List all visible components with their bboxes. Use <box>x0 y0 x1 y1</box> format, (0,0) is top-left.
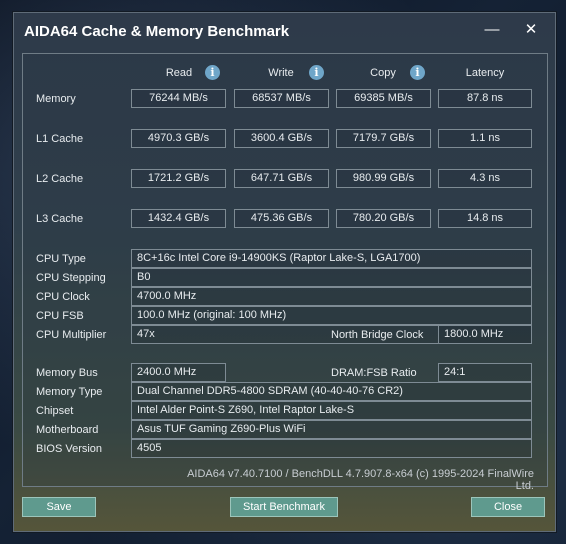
memory-type-value: Dual Channel DDR5-4800 SDRAM (40-40-40-7… <box>131 382 532 401</box>
close-icon[interactable]: ✕ <box>517 19 545 41</box>
l3-read-value: 1432.4 GB/s <box>131 209 226 228</box>
start-benchmark-button[interactable]: Start Benchmark <box>230 497 338 517</box>
l1-write-value: 3600.4 GB/s <box>234 129 329 148</box>
l3-latency-value: 14.8 ns <box>438 209 532 228</box>
benchmark-window: AIDA64 Cache & Memory Benchmark — ✕ Read… <box>13 12 556 532</box>
cpu-fsb-label: CPU FSB <box>36 310 84 322</box>
l2-latency-value: 4.3 ns <box>438 169 532 188</box>
close-button[interactable]: Close <box>471 497 545 517</box>
l1-latency-value: 1.1 ns <box>438 129 532 148</box>
row-label-l3-cache: L3 Cache <box>36 213 84 225</box>
l1-read-value: 4970.3 GB/s <box>131 129 226 148</box>
bios-version-label: BIOS Version <box>36 443 103 455</box>
info-icon[interactable]: i <box>309 65 324 80</box>
version-footer: AIDA64 v7.40.7100 / BenchDLL 4.7.907.8-x… <box>187 468 534 492</box>
l2-write-value: 647.71 GB/s <box>234 169 329 188</box>
north-bridge-clock-label: North Bridge Clock <box>331 329 424 341</box>
cpu-multiplier-label: CPU Multiplier <box>36 329 107 341</box>
l1-copy-value: 7179.7 GB/s <box>336 129 431 148</box>
column-header-latency: Latency <box>465 67 505 79</box>
memory-bus-label: Memory Bus <box>36 367 98 379</box>
window-title: AIDA64 Cache & Memory Benchmark <box>24 23 290 40</box>
cpu-type-value: 8C+16c Intel Core i9-14900KS (Raptor Lak… <box>131 249 532 268</box>
row-label-memory: Memory <box>36 93 76 105</box>
memory-write-value: 68537 MB/s <box>234 89 329 108</box>
title-bar: AIDA64 Cache & Memory Benchmark — ✕ <box>14 13 555 49</box>
l3-write-value: 475.36 GB/s <box>234 209 329 228</box>
motherboard-value: Asus TUF Gaming Z690-Plus WiFi <box>131 420 532 439</box>
l3-copy-value: 780.20 GB/s <box>336 209 431 228</box>
l2-copy-value: 980.99 GB/s <box>336 169 431 188</box>
memory-latency-value: 87.8 ns <box>438 89 532 108</box>
north-bridge-clock-value: 1800.0 MHz <box>438 325 532 344</box>
motherboard-label: Motherboard <box>36 424 99 436</box>
row-label-l2-cache: L2 Cache <box>36 173 84 185</box>
memory-read-value: 76244 MB/s <box>131 89 226 108</box>
save-button[interactable]: Save <box>22 497 96 517</box>
memory-copy-value: 69385 MB/s <box>336 89 431 108</box>
cpu-stepping-value: B0 <box>131 268 532 287</box>
cpu-stepping-label: CPU Stepping <box>36 272 106 284</box>
cpu-clock-label: CPU Clock <box>36 291 90 303</box>
dram-fsb-ratio-value: 24:1 <box>438 363 532 382</box>
chipset-value: Intel Alder Point-S Z690, Intel Raptor L… <box>131 401 532 420</box>
l2-read-value: 1721.2 GB/s <box>131 169 226 188</box>
cpu-clock-value: 4700.0 MHz <box>131 287 532 306</box>
cpu-fsb-value: 100.0 MHz (original: 100 MHz) <box>131 306 532 325</box>
memory-bus-value: 2400.0 MHz <box>131 363 226 382</box>
row-label-l1-cache: L1 Cache <box>36 133 84 145</box>
bios-version-value: 4505 <box>131 439 532 458</box>
memory-type-label: Memory Type <box>36 386 103 398</box>
info-icon[interactable]: i <box>410 65 425 80</box>
chipset-label: Chipset <box>36 405 74 417</box>
dram-fsb-ratio-label: DRAM:FSB Ratio <box>331 367 417 379</box>
minimize-icon[interactable]: — <box>478 19 506 41</box>
info-icon[interactable]: i <box>205 65 220 80</box>
cpu-type-label: CPU Type <box>36 253 86 265</box>
